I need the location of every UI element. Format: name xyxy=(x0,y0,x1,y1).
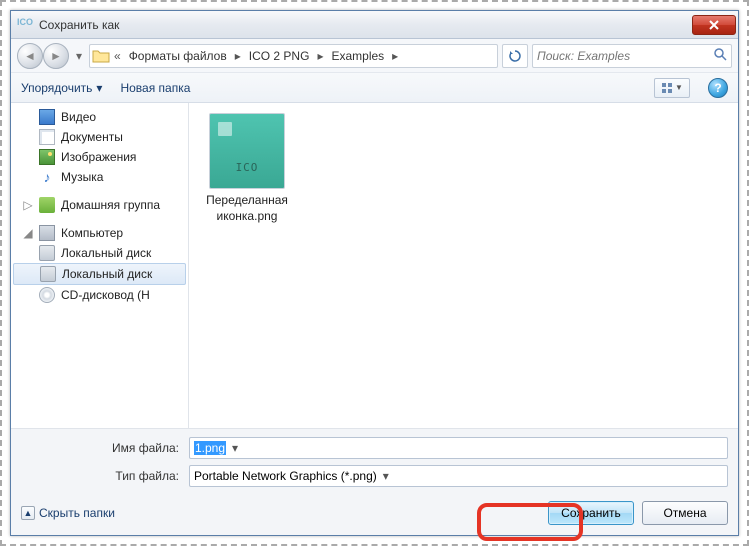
file-thumbnail: ICO xyxy=(209,113,285,189)
breadcrumb-item[interactable]: Examples xyxy=(327,49,388,63)
image-icon xyxy=(39,149,55,165)
expander-icon[interactable]: ▷ xyxy=(23,198,33,212)
sidebar-item-cd[interactable]: CD-дисковод (H xyxy=(11,285,188,305)
filetype-label: Тип файла: xyxy=(21,469,189,483)
nav-history-dropdown[interactable]: ▾ xyxy=(73,46,85,66)
bottom-panel: Имя файла: 1.png Тип файла: Portable Net… xyxy=(11,428,738,535)
chevron-right-icon: ▸ xyxy=(390,49,400,63)
disk-icon xyxy=(40,266,56,282)
title-bar: ICO Сохранить как xyxy=(11,11,738,39)
cd-icon xyxy=(39,287,55,303)
breadcrumb-bar[interactable]: « Форматы файлов ▸ ICO 2 PNG ▸ Examples … xyxy=(89,44,498,68)
hide-folders-toggle[interactable]: ▲ Скрыть папки xyxy=(21,506,115,520)
sidebar-item-images[interactable]: Изображения xyxy=(11,147,188,167)
breadcrumb-item[interactable]: Форматы файлов xyxy=(125,49,231,63)
new-folder-button[interactable]: Новая папка xyxy=(120,81,190,95)
file-item[interactable]: ICO Переделанная иконка.png xyxy=(199,113,295,224)
expander-icon[interactable]: ◢ xyxy=(23,226,33,240)
close-icon xyxy=(709,20,719,30)
disk-icon xyxy=(39,245,55,261)
close-button[interactable] xyxy=(692,15,736,35)
filename-input[interactable]: 1.png xyxy=(189,437,728,459)
search-input[interactable] xyxy=(537,49,709,63)
sidebar-item-disk[interactable]: Локальный диск xyxy=(11,243,188,263)
chevron-left-icon: « xyxy=(112,49,123,63)
chevron-right-icon: ▸ xyxy=(315,49,325,63)
video-icon xyxy=(39,109,55,125)
window-title: Сохранить как xyxy=(39,18,692,32)
sidebar-item-video[interactable]: Видео xyxy=(11,107,188,127)
chevron-up-icon: ▲ xyxy=(21,506,35,520)
filetype-dropdown[interactable]: Portable Network Graphics (*.png) xyxy=(189,465,728,487)
save-as-dialog: ICO Сохранить как ◄ ► ▾ « Форматы файлов… xyxy=(10,10,739,536)
music-icon: ♪ xyxy=(39,169,55,185)
sidebar-item-disk[interactable]: Локальный диск xyxy=(13,263,186,285)
sidebar-item-computer[interactable]: ◢Компьютер xyxy=(11,223,188,243)
view-mode-button[interactable]: ▼ xyxy=(654,78,690,98)
refresh-icon xyxy=(508,49,522,63)
sidebar-item-documents[interactable]: Документы xyxy=(11,127,188,147)
sidebar-item-music[interactable]: ♪Музыка xyxy=(11,167,188,187)
refresh-button[interactable] xyxy=(502,44,528,68)
back-button[interactable]: ◄ xyxy=(17,43,43,69)
search-box[interactable] xyxy=(532,44,732,68)
app-icon: ICO xyxy=(17,17,33,33)
nav-row: ◄ ► ▾ « Форматы файлов ▸ ICO 2 PNG ▸ Exa… xyxy=(11,39,738,73)
cancel-button[interactable]: Отмена xyxy=(642,501,728,525)
filename-label: Имя файла: xyxy=(21,441,189,455)
file-name-label: Переделанная иконка.png xyxy=(199,193,295,224)
organize-button[interactable]: Упорядочить ▾ xyxy=(21,81,102,95)
sidebar-item-homegroup[interactable]: ▷Домашняя группа xyxy=(11,195,188,215)
chevron-down-icon: ▾ xyxy=(96,81,102,95)
view-icon xyxy=(661,82,673,94)
document-icon xyxy=(39,129,55,145)
file-pane[interactable]: ICO Переделанная иконка.png xyxy=(189,103,738,428)
chevron-down-icon: ▼ xyxy=(675,83,683,92)
breadcrumb-item[interactable]: ICO 2 PNG xyxy=(245,49,314,63)
toolbar: Упорядочить ▾ Новая папка ▼ ? xyxy=(11,73,738,103)
save-button[interactable]: Сохранить xyxy=(548,501,634,525)
sidebar: Видео Документы Изображения ♪Музыка ▷Дом… xyxy=(11,103,189,428)
computer-icon xyxy=(39,225,55,241)
chevron-right-icon: ▸ xyxy=(233,49,243,63)
folder-icon xyxy=(92,48,110,64)
forward-button[interactable]: ► xyxy=(43,43,69,69)
search-icon xyxy=(713,47,727,64)
help-button[interactable]: ? xyxy=(708,78,728,98)
homegroup-icon xyxy=(39,197,55,213)
